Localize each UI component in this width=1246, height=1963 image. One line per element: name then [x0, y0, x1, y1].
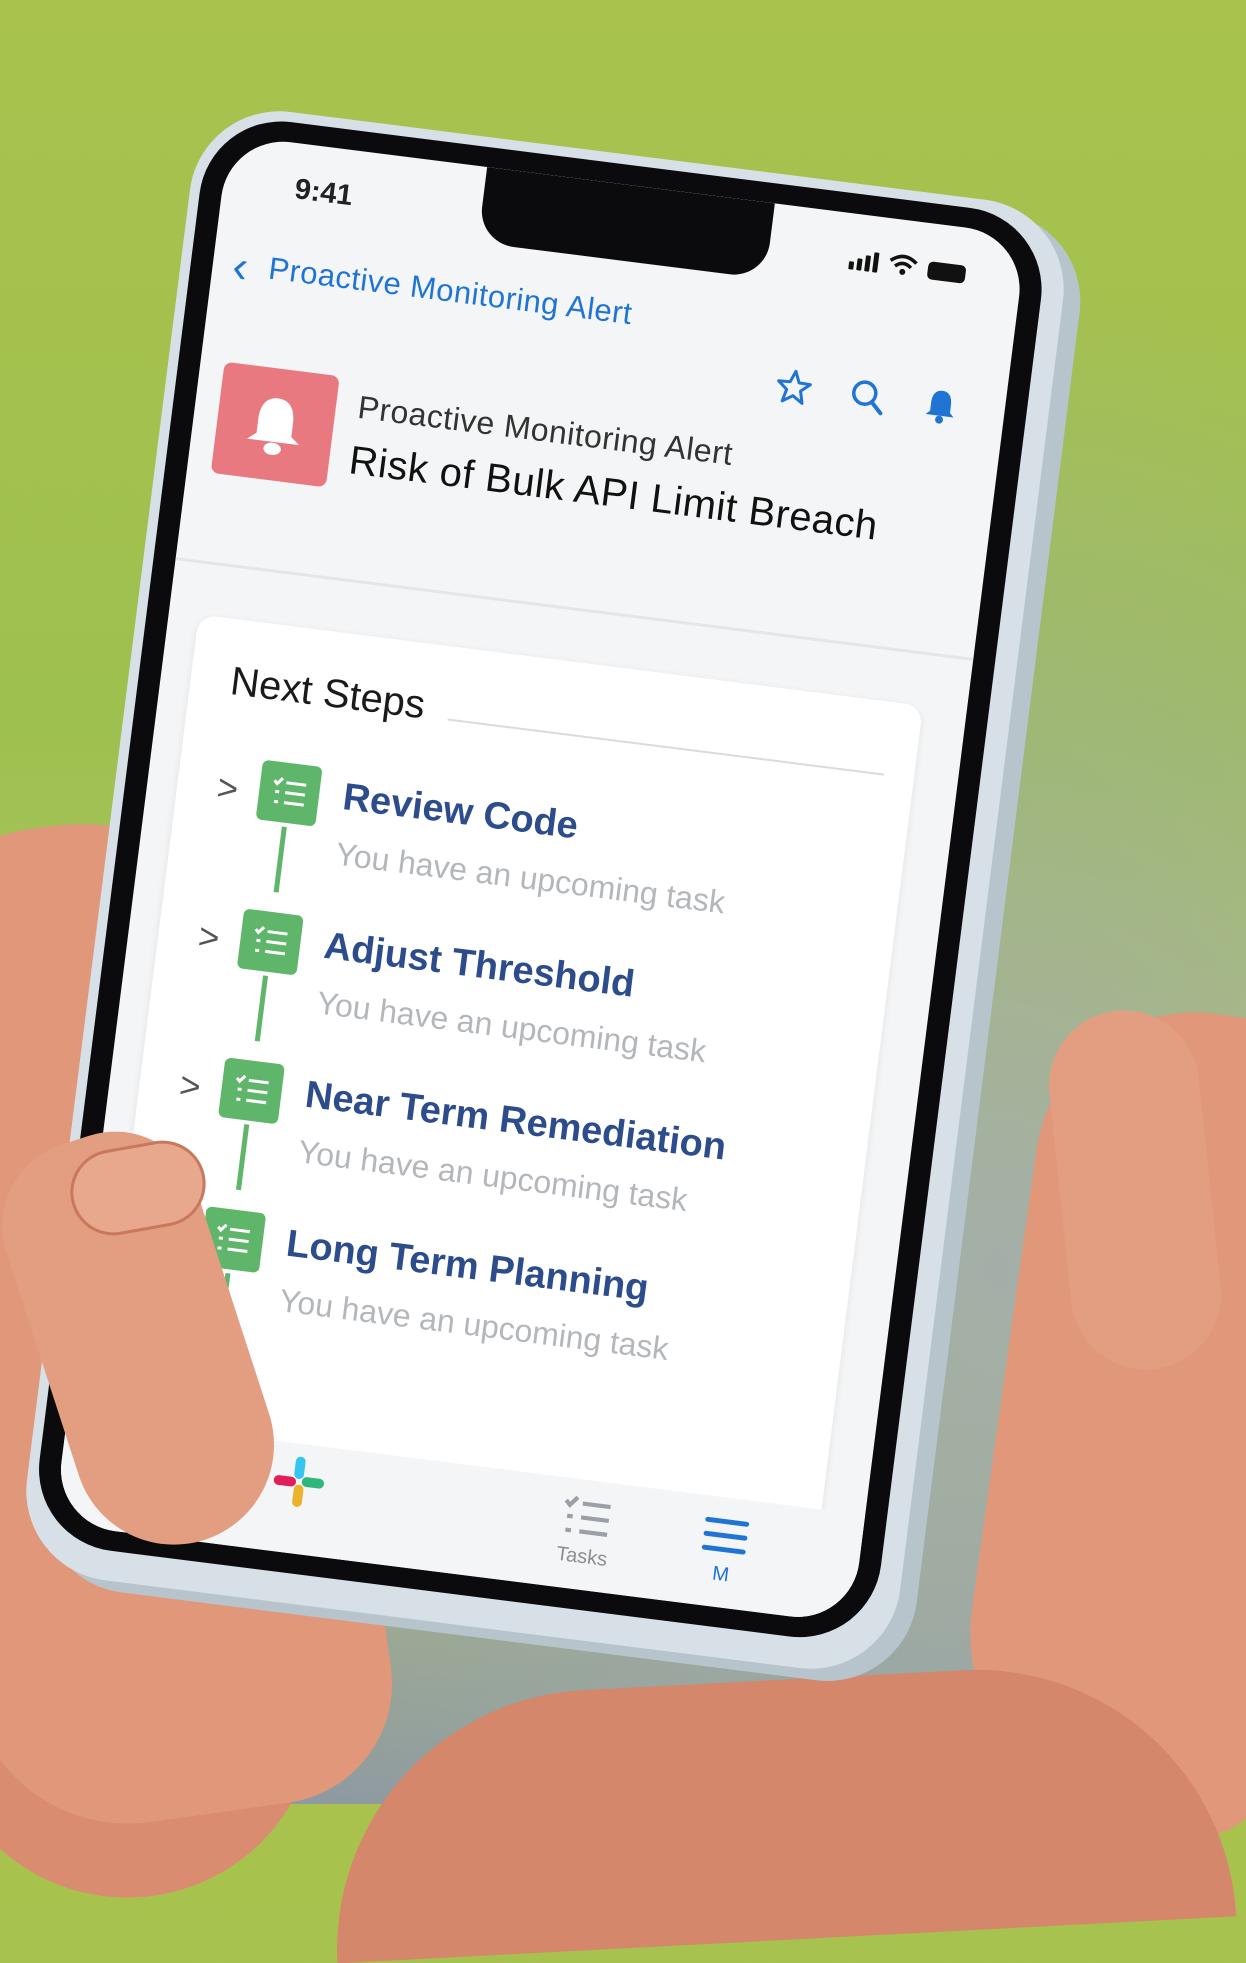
menu-icon [701, 1516, 750, 1555]
timeline-line [254, 975, 269, 1042]
timeline-line [236, 1124, 250, 1191]
task-icon [217, 1057, 286, 1125]
tab-label: M [710, 1562, 731, 1587]
step-subtitle: You have an upcoming task [314, 984, 709, 1070]
step-title[interactable]: Review Code [340, 776, 580, 848]
signal-icon [848, 249, 880, 273]
divider [447, 718, 885, 776]
tab-menu[interactable]: M [691, 1504, 756, 1589]
bell-icon [246, 398, 300, 455]
back-button[interactable]: Proactive Monitoring Alert [266, 251, 635, 333]
tab-tasks[interactable]: Tasks [552, 1487, 617, 1572]
expand-chevron-icon[interactable]: > [215, 766, 241, 810]
next-steps-heading: Next Steps [227, 659, 428, 728]
step-subtitle: You have an upcoming task [333, 835, 728, 921]
status-time: 9:41 [292, 173, 355, 213]
status-icons [848, 247, 967, 284]
record-icon [210, 361, 340, 488]
tab-slack[interactable] [268, 1451, 331, 1514]
back-chevron-icon[interactable]: ‹ [229, 238, 252, 293]
expand-chevron-icon[interactable]: > [177, 1064, 203, 1108]
task-icon [236, 908, 304, 976]
task-icon [255, 759, 323, 827]
battery-icon [926, 261, 967, 284]
expand-chevron-icon[interactable]: > [196, 915, 222, 959]
timeline-line [273, 826, 287, 893]
slack-icon [273, 1456, 325, 1507]
wifi-icon [889, 254, 918, 275]
tasks-icon [564, 1495, 611, 1537]
